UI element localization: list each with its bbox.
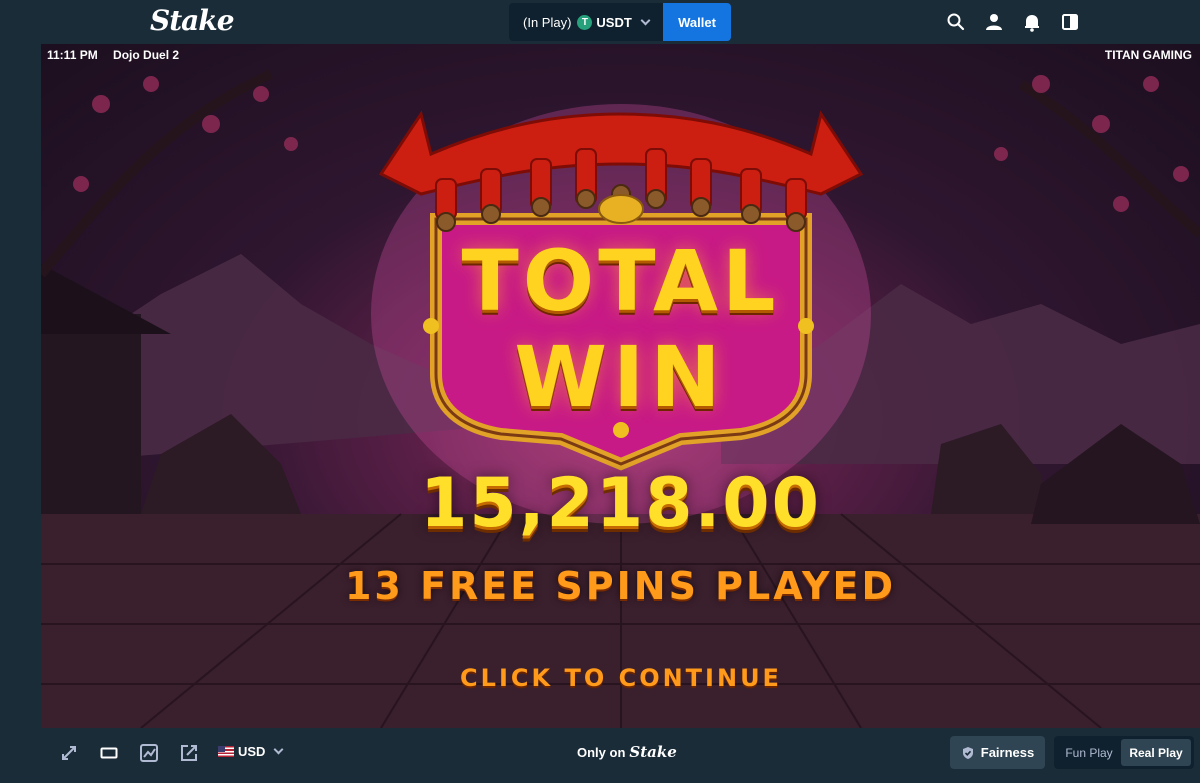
total-win-title-line1: TOTAL: [461, 232, 780, 330]
game-title: Dojo Duel 2: [113, 48, 180, 62]
total-win-title-line2: WIN: [514, 328, 727, 426]
bottom-bar: USD Only on Stake Fairness Fun Play Real…: [41, 728, 1200, 783]
game-provider: TITAN GAMING: [1104, 48, 1192, 62]
fullscreen-icon[interactable]: [59, 743, 79, 763]
balance-selector[interactable]: (In Play) T USDT: [509, 3, 663, 41]
real-play-button[interactable]: Real Play: [1121, 739, 1191, 766]
theatre-mode-icon[interactable]: [99, 743, 119, 763]
fairness-button[interactable]: Fairness: [950, 736, 1045, 769]
us-flag-icon: [218, 746, 234, 757]
sidebar-toggle-icon[interactable]: [1060, 12, 1080, 32]
fairness-label: Fairness: [980, 745, 1035, 760]
usdt-coin-icon: T: [577, 14, 593, 30]
user-icon[interactable]: [984, 12, 1004, 32]
game-hud-left: 11:11 PM Dojo Duel 2: [47, 48, 179, 62]
game-canvas[interactable]: 11:11 PM Dojo Duel 2 TITAN GAMING TOTAL …: [41, 44, 1200, 728]
chevron-down-icon: [640, 15, 651, 25]
chevron-down-icon: [274, 744, 284, 755]
popout-icon[interactable]: [179, 743, 199, 763]
click-to-continue-button[interactable]: CLICK TO CONTINUE: [441, 664, 801, 692]
only-on-text: Only on: [577, 744, 626, 760]
shield-check-icon: [962, 746, 973, 759]
currency-label: USD: [238, 744, 266, 759]
balance-currency: USDT: [596, 14, 632, 30]
bell-icon[interactable]: [1022, 12, 1042, 32]
fun-play-button[interactable]: Fun Play: [1057, 739, 1121, 766]
only-on-stake: Only on Stake: [577, 743, 677, 761]
balance-status: (In Play): [523, 14, 572, 30]
stake-mini-logo: Stake: [629, 743, 677, 761]
top-bar: Stake (In Play) T USDT Wallet: [0, 0, 1200, 44]
stats-icon[interactable]: [139, 743, 159, 763]
top-icon-group: [946, 12, 1080, 32]
left-rail: [0, 44, 41, 783]
search-icon[interactable]: [946, 12, 966, 32]
win-amount: 15,218.00: [420, 464, 821, 543]
clock-text: 11:11 PM: [47, 48, 98, 62]
wallet-button[interactable]: Wallet: [663, 3, 731, 41]
play-mode-toggle: Fun Play Real Play: [1054, 736, 1194, 769]
stake-logo[interactable]: Stake: [150, 4, 235, 37]
currency-selector[interactable]: USD: [218, 744, 284, 759]
free-spins-played-text: 13 FREE SPINS PLAYED: [344, 564, 897, 608]
